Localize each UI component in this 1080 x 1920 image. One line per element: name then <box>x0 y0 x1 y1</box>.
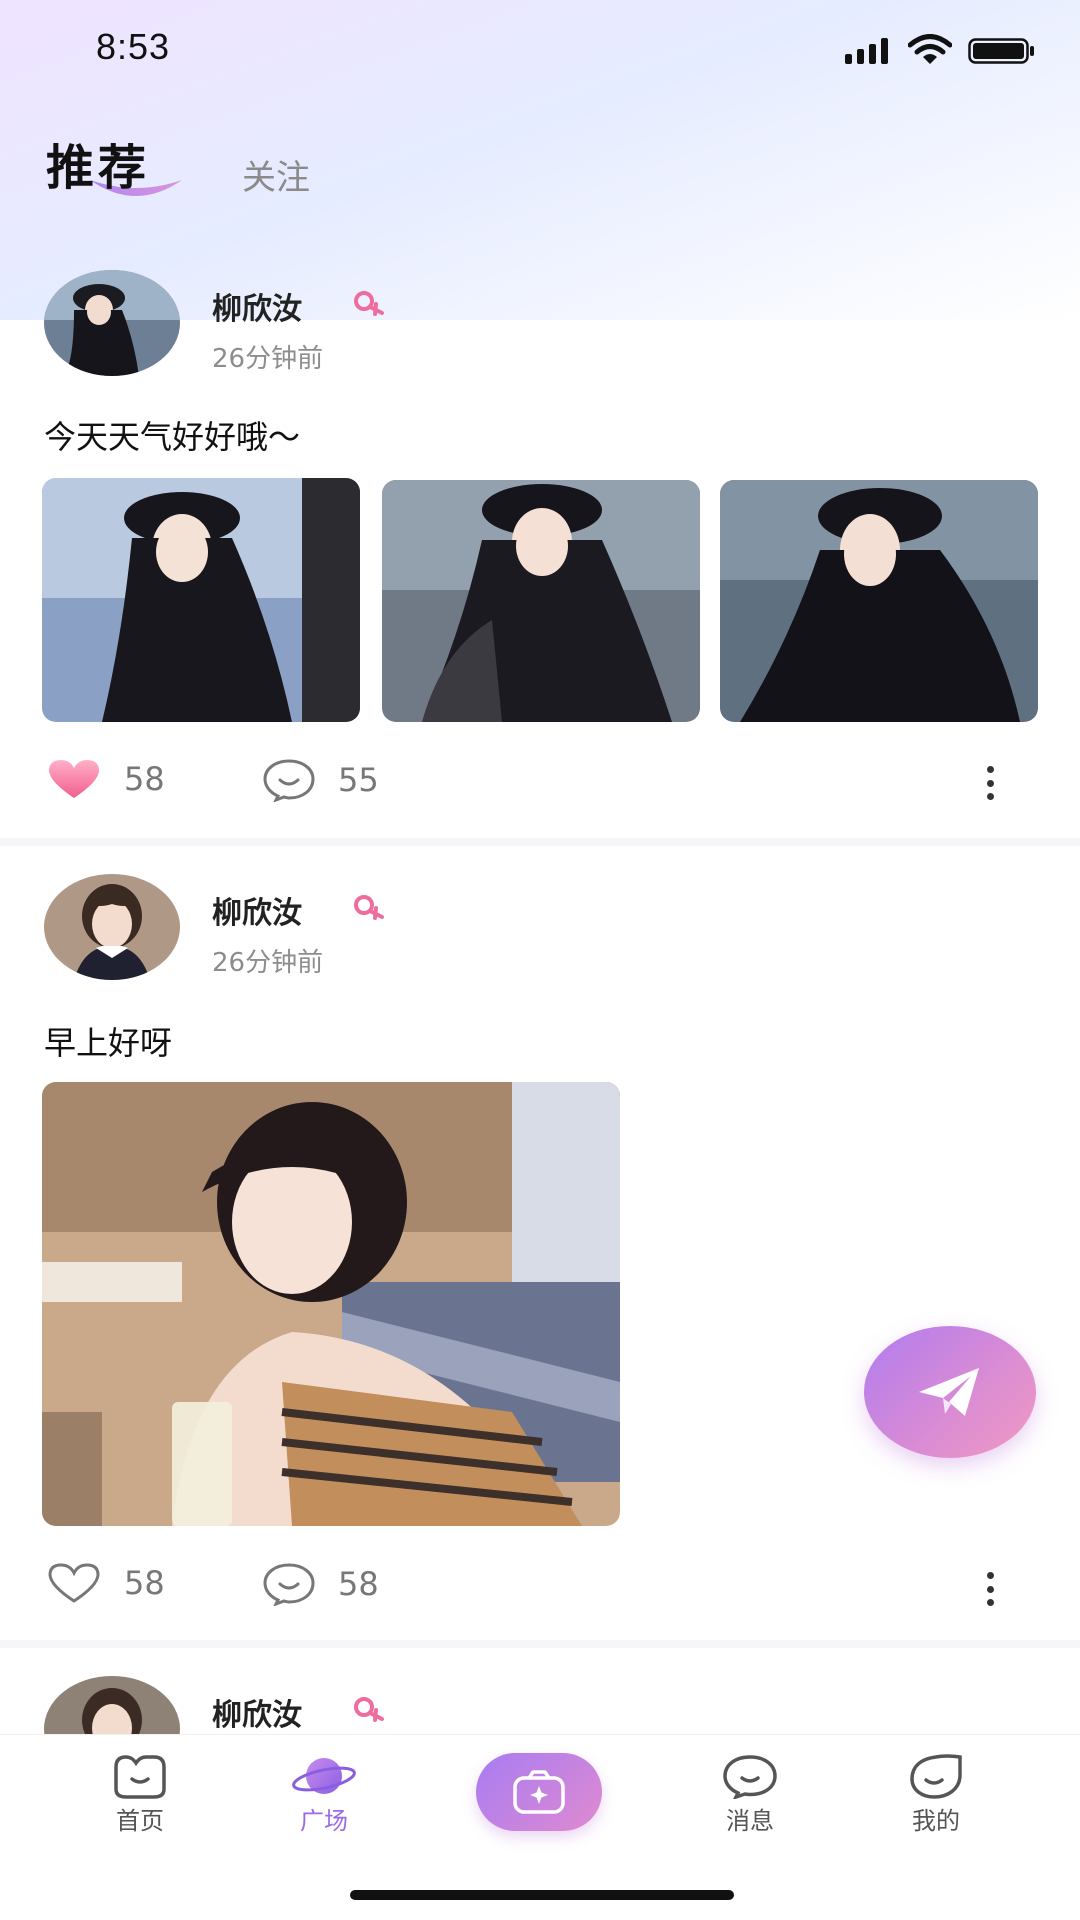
battery-icon <box>968 38 1034 64</box>
like-button[interactable]: 58 <box>46 758 165 800</box>
status-bar: 8:53 <box>0 0 1080 100</box>
female-gender-icon <box>354 1697 384 1722</box>
post-time: 26分钟前 <box>212 344 324 374</box>
tab-recommend[interactable]: 推荐 <box>46 128 150 198</box>
female-gender-icon <box>354 291 384 316</box>
like-count: 58 <box>124 1564 165 1602</box>
wifi-icon <box>908 34 952 64</box>
post-image[interactable] <box>42 1082 620 1526</box>
female-gender-icon <box>354 895 384 920</box>
chat-bubble-icon <box>723 1755 777 1799</box>
nav-label: 消息 <box>726 1807 774 1835</box>
more-options-icon[interactable] <box>980 1566 1000 1612</box>
comment-bubble-icon <box>263 1563 315 1606</box>
nav-messages[interactable]: 消息 <box>690 1753 810 1836</box>
post-image[interactable] <box>382 480 700 722</box>
profile-face-icon <box>910 1754 962 1799</box>
nav-square[interactable]: 广场 <box>264 1753 384 1836</box>
post-text: 今天天气好好哦～ <box>44 418 301 456</box>
post-image[interactable] <box>42 478 360 722</box>
like-count: 58 <box>124 760 165 798</box>
comment-bubble-icon <box>263 759 315 802</box>
post-text: 早上好呀 <box>44 1024 173 1062</box>
divider <box>0 838 1080 846</box>
camera-icon <box>513 1770 565 1814</box>
publish-fab-button[interactable] <box>864 1326 1036 1458</box>
username[interactable]: 柳欣汝 <box>212 284 302 328</box>
comment-count: 58 <box>338 1565 379 1603</box>
username[interactable]: 柳欣汝 <box>212 888 302 932</box>
status-time: 8:53 <box>96 26 171 67</box>
more-options-icon[interactable] <box>980 760 1000 806</box>
planet-icon <box>292 1758 356 1794</box>
home-indicator <box>350 1890 734 1900</box>
tab-follow[interactable]: 关注 <box>242 150 310 199</box>
nav-label: 我的 <box>912 1807 960 1835</box>
comment-button[interactable]: 58 <box>262 1562 379 1606</box>
heart-filled-icon <box>49 760 99 798</box>
username[interactable]: 柳欣汝 <box>212 1690 302 1734</box>
post-image[interactable] <box>720 480 1038 722</box>
post-time: 26分钟前 <box>212 948 324 978</box>
comment-count: 55 <box>338 761 379 799</box>
nav-label: 广场 <box>300 1807 348 1835</box>
paper-plane-icon <box>919 1368 979 1416</box>
home-face-icon <box>114 1755 166 1799</box>
nav-profile[interactable]: 我的 <box>876 1753 996 1836</box>
nav-label: 首页 <box>116 1807 164 1835</box>
cellular-signal-icon <box>845 38 888 64</box>
nav-home[interactable]: 首页 <box>80 1753 200 1836</box>
heart-outline-icon <box>48 1563 100 1603</box>
divider <box>0 1640 1080 1648</box>
comment-button[interactable]: 55 <box>262 758 379 802</box>
avatar[interactable] <box>44 270 180 376</box>
like-button[interactable]: 58 <box>46 1562 165 1604</box>
nav-camera-button[interactable] <box>476 1753 602 1831</box>
avatar[interactable] <box>44 874 180 980</box>
